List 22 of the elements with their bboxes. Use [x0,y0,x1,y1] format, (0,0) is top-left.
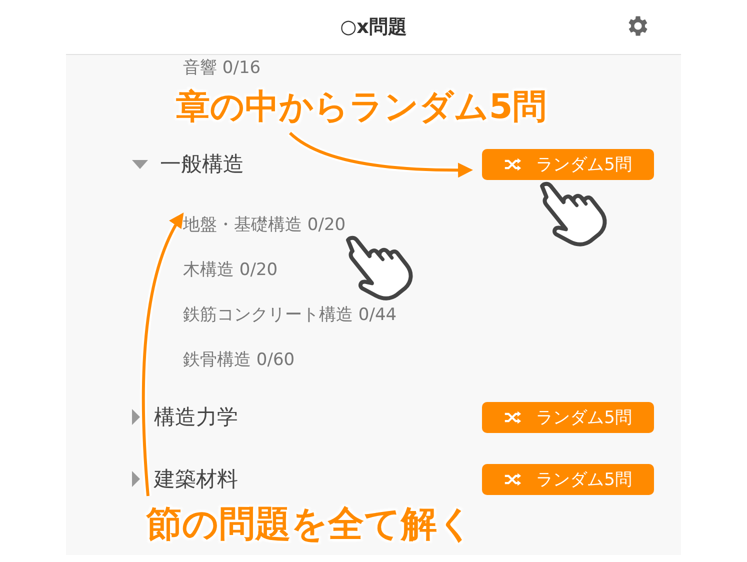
shuffle-icon [504,472,522,486]
section-item[interactable]: 地盤・基礎構造 0/20 [130,202,654,247]
chapter-title[interactable]: 構造力学 [154,403,482,431]
caret-icon[interactable] [132,409,140,425]
random-button[interactable]: ランダム5問 [482,464,654,494]
random-button[interactable]: ランダム5問 [482,148,654,180]
shuffle-icon [504,410,522,424]
chapter-title[interactable]: 建築材料 [154,465,482,493]
section-item[interactable]: 音響 0/16 [130,55,654,79]
caret-icon[interactable] [132,160,148,168]
random-button[interactable]: ランダム5問 [482,402,654,432]
section-item[interactable]: 鉄筋コンクリート構造 0/44 [130,292,654,337]
pointing-hand-icon [540,182,607,246]
callout-text: 章の中からランダム5問 [176,86,547,129]
chapter-title[interactable]: 一般構造 [160,150,482,178]
section-item[interactable]: 木構造 0/20 [130,247,654,292]
pointing-hand-icon [346,236,413,300]
callout-text: 節の問題を全て解く [146,503,474,547]
window-title: ○x問題 [340,15,407,40]
section-item[interactable]: 鉄骨構造 0/60 [130,337,654,382]
shuffle-icon [504,156,522,172]
caret-icon[interactable] [132,471,140,487]
